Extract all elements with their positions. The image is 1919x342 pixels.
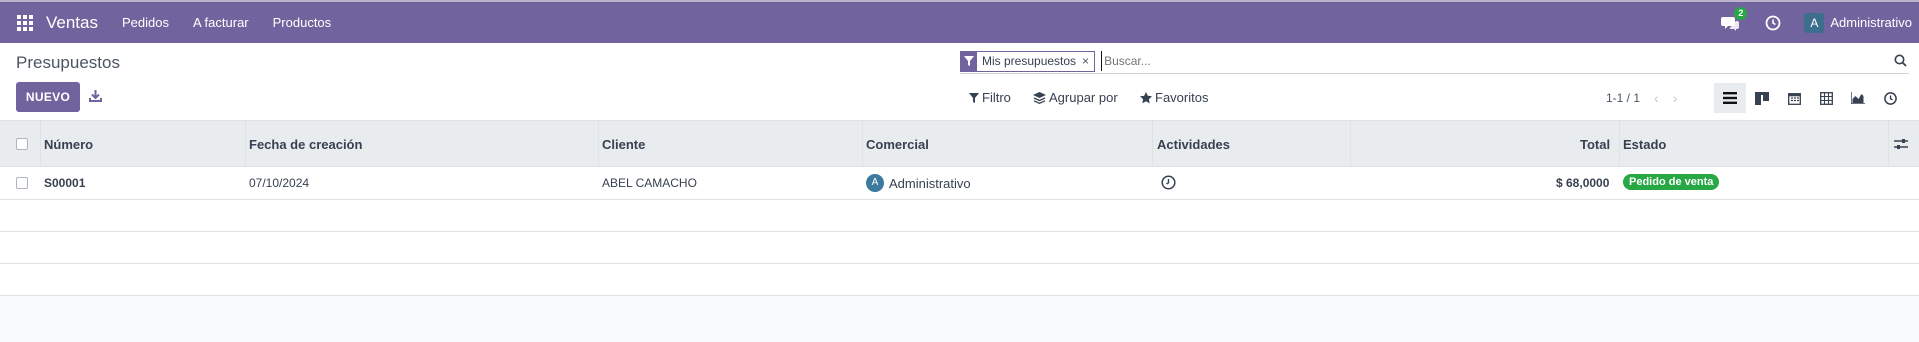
- download-icon[interactable]: [89, 89, 102, 103]
- facet-label: Mis presupuestos: [977, 51, 1082, 71]
- chat-badge: 2: [1734, 6, 1748, 20]
- pager: 1-1 / 1 ‹ ›: [1606, 90, 1677, 106]
- chat-icon[interactable]: 2: [1721, 6, 1748, 31]
- status-badge: Pedido de venta: [1623, 174, 1720, 190]
- menu-item-pedidos[interactable]: Pedidos: [122, 15, 169, 30]
- pager-value[interactable]: 1-1 / 1: [1606, 91, 1640, 105]
- column-header-actividades[interactable]: Actividades: [1157, 137, 1230, 152]
- group-by-label: Agrupar por: [1049, 90, 1118, 105]
- graph-view-icon[interactable]: [1842, 83, 1874, 113]
- optional-columns-icon[interactable]: [1894, 138, 1908, 153]
- pager-next-icon[interactable]: ›: [1673, 90, 1678, 106]
- empty-row: [0, 264, 1919, 296]
- favorites-dropdown[interactable]: Favoritos: [1140, 90, 1208, 105]
- filter-icon: [969, 92, 979, 103]
- salesperson-avatar: A: [866, 174, 884, 192]
- column-header-total[interactable]: Total: [1580, 137, 1610, 152]
- select-all-checkbox[interactable]: [16, 138, 28, 150]
- cell-total: $ 68,0000: [1556, 176, 1610, 190]
- list-view-icon[interactable]: [1714, 83, 1746, 113]
- search-input[interactable]: [1101, 51, 1862, 71]
- menu-item-productos[interactable]: Productos: [273, 15, 332, 30]
- column-header-estado[interactable]: Estado: [1623, 137, 1666, 152]
- pivot-view-icon[interactable]: [1810, 83, 1842, 113]
- cell-number: S00001: [44, 176, 86, 190]
- filter-label: Filtro: [982, 90, 1011, 105]
- new-button[interactable]: NUEVO: [16, 82, 80, 112]
- column-header-comercial[interactable]: Comercial: [866, 137, 929, 152]
- apps-menu-icon[interactable]: [17, 14, 33, 31]
- column-header-numero[interactable]: Número: [44, 137, 93, 152]
- activity-clock-icon[interactable]: [1161, 175, 1176, 193]
- salesperson-name: Administrativo: [889, 175, 971, 191]
- pager-prev-icon[interactable]: ‹: [1654, 90, 1659, 106]
- filter-icon: [961, 51, 977, 71]
- cell-customer: ABEL CAMACHO: [602, 176, 697, 190]
- table-header: Número Fecha de creación Cliente Comerci…: [0, 121, 1919, 167]
- filter-dropdown[interactable]: Filtro: [969, 90, 1011, 105]
- layers-icon: [1033, 91, 1046, 104]
- search-bar: Mis presupuestos ×: [960, 49, 1909, 74]
- column-header-fecha[interactable]: Fecha de creación: [249, 137, 362, 152]
- user-avatar[interactable]: A: [1804, 12, 1825, 33]
- page-title: Presupuestos: [16, 53, 120, 72]
- star-icon: [1140, 91, 1152, 103]
- cell-salesperson: A Administrativo: [866, 174, 971, 192]
- table-row[interactable]: S00001 07/10/2024 ABEL CAMACHO A Adminis…: [0, 167, 1919, 200]
- app-name[interactable]: Ventas: [46, 13, 98, 33]
- cell-date: 07/10/2024: [249, 176, 310, 190]
- favorites-label: Favoritos: [1155, 90, 1209, 105]
- activity-view-icon[interactable]: [1874, 83, 1906, 113]
- top-navbar: Ventas Pedidos A facturar Productos 2 A …: [0, 0, 1919, 43]
- facet-close-icon[interactable]: ×: [1081, 51, 1095, 71]
- column-header-cliente[interactable]: Cliente: [602, 137, 645, 152]
- kanban-view-icon[interactable]: [1746, 83, 1778, 113]
- group-by-dropdown[interactable]: Agrupar por: [1033, 90, 1118, 105]
- empty-row: [0, 232, 1919, 264]
- search-facet[interactable]: Mis presupuestos ×: [960, 50, 1096, 72]
- empty-row: [0, 200, 1919, 232]
- cell-status: Pedido de venta: [1623, 174, 1720, 190]
- user-name[interactable]: Administrativo: [1830, 15, 1912, 30]
- menu-item-a-facturar[interactable]: A facturar: [193, 15, 249, 30]
- control-panel: Presupuestos NUEVO Mis presupuestos × Fi: [0, 43, 1919, 121]
- row-checkbox[interactable]: [16, 177, 28, 189]
- view-switcher: [1714, 83, 1906, 113]
- list-table: Número Fecha de creación Cliente Comerci…: [0, 121, 1919, 296]
- search-icon[interactable]: [1894, 54, 1907, 67]
- calendar-view-icon[interactable]: [1778, 83, 1810, 113]
- activity-clock-icon[interactable]: [1765, 15, 1781, 31]
